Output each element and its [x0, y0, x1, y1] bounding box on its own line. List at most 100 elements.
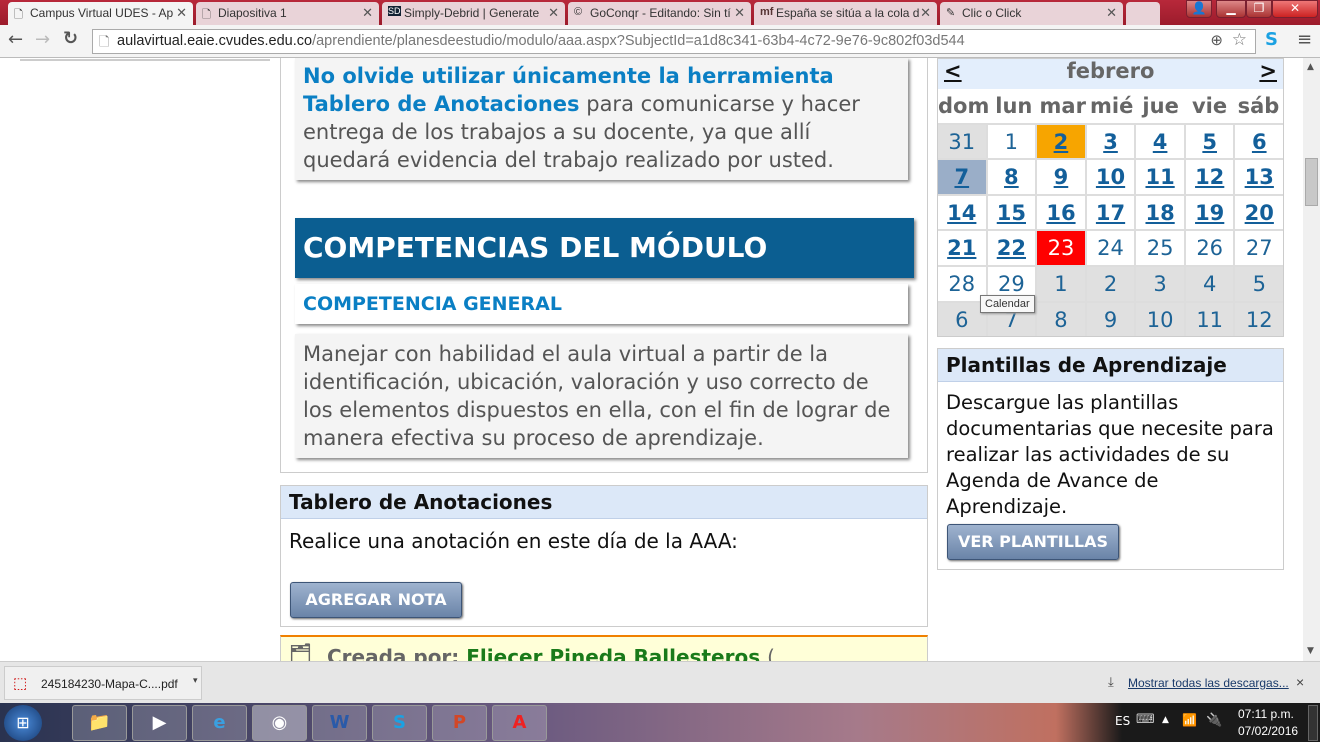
new-tab-button[interactable]	[1126, 2, 1160, 25]
show-all-downloads-link[interactable]: Mostrar todas las descargas...	[1128, 676, 1289, 690]
user-icon[interactable]: 👤	[1186, 0, 1212, 18]
tab-simply-debrid[interactable]: SD Simply-Debrid | Generate ✕	[382, 2, 565, 25]
calendar-day[interactable]: 9	[1037, 160, 1085, 194]
zoom-icon[interactable]: ⊕	[1210, 31, 1223, 49]
clock-time[interactable]: 07:11 p.m.	[1238, 707, 1294, 721]
close-download-bar[interactable]: ×	[1296, 674, 1304, 690]
calendar-day[interactable]: 18	[1136, 195, 1184, 230]
back-icon[interactable]: ←	[8, 29, 23, 50]
close-tab-icon[interactable]: ✕	[548, 5, 559, 21]
agregar-nota-button[interactable]: AGREGAR NOTA	[290, 582, 462, 618]
bookmark-star-icon[interactable]: ☆	[1232, 30, 1247, 50]
calendar-tooltip: Calendar	[980, 295, 1035, 313]
address-bar[interactable]: 🗋 aulavirtual.eaie.cvudes.edu.co/aprendi…	[92, 29, 1256, 54]
calendar-day[interactable]: 10	[1086, 160, 1135, 194]
calendar-day[interactable]: 7	[938, 160, 986, 194]
calendar-day[interactable]: 11	[1136, 160, 1184, 194]
scroll-down-icon[interactable]: ▼	[1307, 646, 1314, 656]
tab-goconqr[interactable]: © GoConqr - Editando: Sin tí ✕	[568, 2, 751, 25]
competencias-heading: COMPETENCIAS DEL MÓDULO	[295, 218, 914, 278]
calendar-day: 8	[1037, 302, 1085, 337]
explorer-icon[interactable]: 📁	[72, 705, 127, 741]
calendar-day[interactable]: 8	[987, 160, 1036, 194]
clock-date[interactable]: 07/02/2016	[1238, 724, 1298, 738]
word-icon[interactable]: W	[312, 705, 367, 741]
calendar-day[interactable]: 6	[1235, 124, 1284, 159]
calendar-day[interactable]: 20	[1235, 195, 1284, 230]
skype-icon[interactable]: S	[1265, 29, 1278, 50]
download-icon: ⤓	[1108, 674, 1114, 689]
calendar-day[interactable]: 12	[1185, 160, 1234, 194]
restore-button[interactable]: ❐	[1246, 0, 1272, 18]
close-window-button[interactable]: ✕	[1272, 0, 1318, 18]
calendar-day: 25	[1136, 231, 1184, 265]
calendar-day[interactable]: 13	[1235, 160, 1284, 194]
page-icon: 🗋	[202, 9, 211, 21]
calendar-day[interactable]: 5	[1185, 124, 1234, 159]
close-tab-icon[interactable]: ✕	[176, 5, 187, 21]
chrome-icon[interactable]: ◉	[252, 705, 307, 741]
close-tab-icon[interactable]: ✕	[1106, 5, 1117, 21]
calendar-day[interactable]: 16	[1037, 195, 1085, 230]
calendar-day: 5	[1235, 266, 1284, 301]
calendar-day[interactable]: 15	[987, 195, 1036, 230]
power-icon[interactable]: 🔌	[1206, 713, 1222, 728]
notice-bold: No olvide utilizar únicamente la herrami…	[303, 64, 834, 88]
network-icon[interactable]: 📶	[1182, 713, 1197, 727]
mf-icon: mf	[760, 6, 774, 18]
calendar-week: 14 15 16 17 18 19 20	[938, 195, 1284, 230]
forward-icon[interactable]: →	[35, 29, 50, 50]
tab-diapositiva[interactable]: 🗋 Diapositiva 1 ✕	[196, 2, 379, 25]
calendar-day[interactable]: 22	[987, 231, 1036, 265]
internet-explorer-icon[interactable]: e	[192, 705, 247, 741]
calendar-day[interactable]: 17	[1086, 195, 1135, 230]
calendar-day[interactable]: 4	[1136, 124, 1184, 159]
scrollbar-thumb[interactable]	[1305, 158, 1318, 206]
next-month-link[interactable]: >	[1259, 59, 1277, 83]
keyboard-icon[interactable]: ⌨	[1136, 712, 1155, 727]
calendar-day[interactable]: 2	[1037, 124, 1085, 159]
reload-icon[interactable]: ↻	[63, 28, 78, 49]
plantillas-title: Plantillas de Aprendizaje	[938, 349, 1283, 382]
page-icon: 🗋	[14, 9, 23, 21]
note-entry: 🗂 Creada por: Eliecer Pineda Ballesteros…	[280, 635, 928, 661]
show-hidden-icons[interactable]: ▲	[1162, 715, 1169, 725]
close-tab-icon[interactable]: ✕	[920, 5, 931, 21]
calendar-day[interactable]: 19	[1185, 195, 1234, 230]
author-name[interactable]: Eliecer Pineda Ballesteros	[466, 645, 760, 661]
tab-clic-o-click[interactable]: ✎ Clic o Click ✕	[940, 2, 1123, 25]
goconqr-icon: ©	[574, 6, 583, 18]
close-tab-icon[interactable]: ✕	[734, 5, 745, 21]
download-item[interactable]: ⬚ 245184230-Mapa-C....pdf ▾	[4, 666, 202, 700]
start-button[interactable]: ⊞	[4, 705, 42, 741]
show-desktop-button[interactable]	[1308, 705, 1318, 741]
prev-month-link[interactable]: <	[944, 59, 962, 83]
vertical-scrollbar[interactable]: ▲ ▼	[1303, 58, 1320, 661]
skype-taskbar-icon[interactable]: S	[372, 705, 427, 741]
acrobat-icon[interactable]: A	[492, 705, 547, 741]
calendar-day: 12	[1235, 302, 1284, 337]
calendar-day: 6	[938, 302, 986, 337]
tab-campus-virtual[interactable]: 🗋 Campus Virtual UDES - Ap ✕	[8, 2, 193, 26]
powerpoint-icon[interactable]: P	[432, 705, 487, 741]
calendar-day[interactable]: 3	[1086, 124, 1135, 159]
close-tab-icon[interactable]: ✕	[362, 5, 373, 21]
download-menu-icon[interactable]: ▾	[193, 675, 198, 686]
tab-espana[interactable]: mf España se sitúa a la cola d ✕	[754, 2, 937, 25]
minimize-button[interactable]: ▁	[1216, 0, 1246, 18]
weekday-vie: vie	[1185, 89, 1235, 123]
calendar-day[interactable]: 21	[938, 231, 986, 265]
language-indicator[interactable]: ES	[1115, 714, 1130, 728]
menu-icon[interactable]: ≡	[1297, 29, 1312, 50]
plantillas-panel: Plantillas de Aprendizaje Descargue las …	[937, 348, 1284, 570]
url-host: aulavirtual.eaie.cvudes.edu.co	[117, 33, 313, 49]
calendar-day: 27	[1235, 231, 1284, 265]
media-player-icon[interactable]: ▶	[132, 705, 187, 741]
calendar-day: 1	[1037, 266, 1085, 301]
download-bar: ⬚ 245184230-Mapa-C....pdf ▾ ⤓ Mostrar to…	[0, 661, 1320, 703]
calendar-day: 11	[1185, 302, 1234, 337]
tab-title: Simply-Debrid | Generate	[404, 6, 540, 20]
calendar-day[interactable]: 14	[938, 195, 986, 230]
ver-plantillas-button[interactable]: VER PLANTILLAS	[947, 524, 1119, 560]
scroll-up-icon[interactable]: ▲	[1307, 62, 1314, 72]
